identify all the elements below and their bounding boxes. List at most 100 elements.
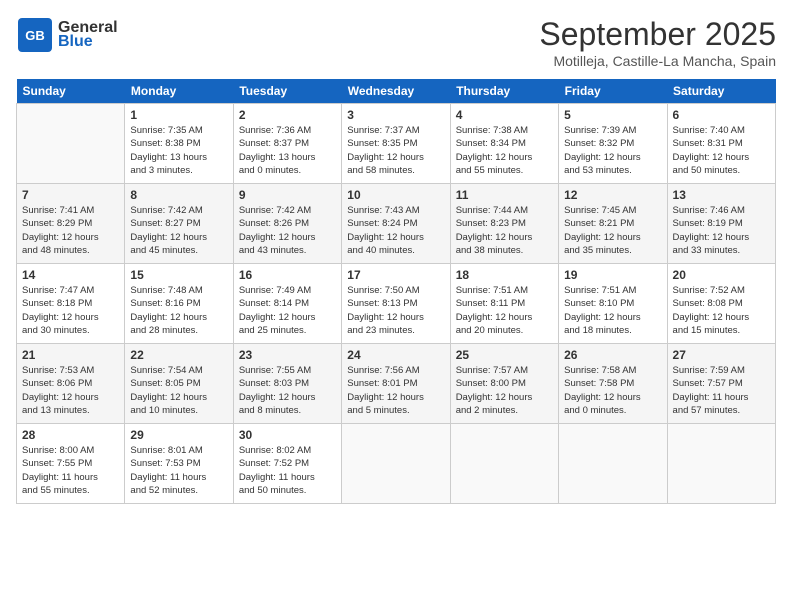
day-number: 5	[564, 108, 661, 122]
calendar-cell: 21 Sunrise: 7:53 AM Sunset: 8:06 PM Dayli…	[17, 344, 125, 424]
logo-icon: GB	[16, 16, 54, 54]
day-number: 15	[130, 268, 227, 282]
calendar-cell	[342, 424, 450, 504]
header-day-friday: Friday	[559, 79, 667, 104]
day-number: 6	[673, 108, 770, 122]
day-number: 24	[347, 348, 444, 362]
day-number: 13	[673, 188, 770, 202]
day-number: 8	[130, 188, 227, 202]
calendar-cell: 18 Sunrise: 7:51 AM Sunset: 8:11 PM Dayli…	[450, 264, 558, 344]
header-day-sunday: Sunday	[17, 79, 125, 104]
day-info: Sunrise: 7:56 AM Sunset: 8:01 PM Dayligh…	[347, 364, 444, 417]
page-header: GB General Blue September 2025 Motilleja…	[16, 16, 776, 69]
calendar-cell: 17Sunrise: 7:50 AM Sunset: 8:13 PM Dayli…	[342, 264, 450, 344]
week-row-2: 7 Sunrise: 7:41 AM Sunset: 8:29 PM Daylig…	[17, 184, 776, 264]
header-day-wednesday: Wednesday	[342, 79, 450, 104]
day-number: 10	[347, 188, 444, 202]
day-info: Sunrise: 7:39 AM Sunset: 8:32 PM Dayligh…	[564, 124, 661, 177]
day-number: 25	[456, 348, 553, 362]
calendar-cell: 30 Sunrise: 8:02 AM Sunset: 7:52 PM Dayli…	[233, 424, 341, 504]
calendar-cell: 24 Sunrise: 7:56 AM Sunset: 8:01 PM Dayli…	[342, 344, 450, 424]
day-number: 7	[22, 188, 119, 202]
calendar-cell: 3 Sunrise: 7:37 AM Sunset: 8:35 PM Daylig…	[342, 104, 450, 184]
svg-text:GB: GB	[25, 28, 45, 43]
week-row-1: 1 Sunrise: 7:35 AM Sunset: 8:38 PM Daylig…	[17, 104, 776, 184]
calendar-cell: 5 Sunrise: 7:39 AM Sunset: 8:32 PM Daylig…	[559, 104, 667, 184]
week-row-5: 28 Sunrise: 8:00 AM Sunset: 7:55 PM Dayli…	[17, 424, 776, 504]
header-day-tuesday: Tuesday	[233, 79, 341, 104]
calendar-cell: 16 Sunrise: 7:49 AM Sunset: 8:14 PM Dayli…	[233, 264, 341, 344]
day-number: 27	[673, 348, 770, 362]
calendar-cell: 28 Sunrise: 8:00 AM Sunset: 7:55 PM Dayli…	[17, 424, 125, 504]
calendar-cell	[450, 424, 558, 504]
day-info: Sunrise: 8:02 AM Sunset: 7:52 PM Dayligh…	[239, 444, 336, 497]
day-info: Sunrise: 7:48 AM Sunset: 8:16 PM Dayligh…	[130, 284, 227, 337]
day-info: Sunrise: 7:52 AM Sunset: 8:08 PM Dayligh…	[673, 284, 770, 337]
day-info: Sunrise: 7:44 AM Sunset: 8:23 PM Dayligh…	[456, 204, 553, 257]
day-number: 28	[22, 428, 119, 442]
calendar-cell: 12Sunrise: 7:45 AM Sunset: 8:21 PM Dayli…	[559, 184, 667, 264]
day-number: 9	[239, 188, 336, 202]
day-info: Sunrise: 7:38 AM Sunset: 8:34 PM Dayligh…	[456, 124, 553, 177]
day-number: 3	[347, 108, 444, 122]
day-info: Sunrise: 7:55 AM Sunset: 8:03 PM Dayligh…	[239, 364, 336, 417]
day-info: Sunrise: 7:41 AM Sunset: 8:29 PM Dayligh…	[22, 204, 119, 257]
day-number: 26	[564, 348, 661, 362]
day-number: 18	[456, 268, 553, 282]
calendar-cell: 8 Sunrise: 7:42 AM Sunset: 8:27 PM Daylig…	[125, 184, 233, 264]
day-number: 22	[130, 348, 227, 362]
day-number: 1	[130, 108, 227, 122]
calendar-cell: 15 Sunrise: 7:48 AM Sunset: 8:16 PM Dayli…	[125, 264, 233, 344]
day-info: Sunrise: 7:46 AM Sunset: 8:19 PM Dayligh…	[673, 204, 770, 257]
day-info: Sunrise: 7:51 AM Sunset: 8:10 PM Dayligh…	[564, 284, 661, 337]
day-info: Sunrise: 7:59 AM Sunset: 7:57 PM Dayligh…	[673, 364, 770, 417]
day-number: 11	[456, 188, 553, 202]
day-number: 20	[673, 268, 770, 282]
day-info: Sunrise: 7:49 AM Sunset: 8:14 PM Dayligh…	[239, 284, 336, 337]
location: Motilleja, Castille-La Mancha, Spain	[539, 53, 776, 69]
calendar-cell: 2Sunrise: 7:36 AM Sunset: 8:37 PM Daylig…	[233, 104, 341, 184]
calendar-cell: 1 Sunrise: 7:35 AM Sunset: 8:38 PM Daylig…	[125, 104, 233, 184]
month-title: September 2025	[539, 16, 776, 53]
day-info: Sunrise: 7:45 AM Sunset: 8:21 PM Dayligh…	[564, 204, 661, 257]
day-number: 23	[239, 348, 336, 362]
day-info: Sunrise: 7:47 AM Sunset: 8:18 PM Dayligh…	[22, 284, 119, 337]
day-number: 21	[22, 348, 119, 362]
calendar-cell	[17, 104, 125, 184]
calendar-cell: 9 Sunrise: 7:42 AM Sunset: 8:26 PM Daylig…	[233, 184, 341, 264]
day-number: 29	[130, 428, 227, 442]
calendar-cell: 6 Sunrise: 7:40 AM Sunset: 8:31 PM Daylig…	[667, 104, 775, 184]
day-info: Sunrise: 7:42 AM Sunset: 8:26 PM Dayligh…	[239, 204, 336, 257]
week-row-4: 21 Sunrise: 7:53 AM Sunset: 8:06 PM Dayli…	[17, 344, 776, 424]
day-info: Sunrise: 7:42 AM Sunset: 8:27 PM Dayligh…	[130, 204, 227, 257]
calendar-cell	[559, 424, 667, 504]
calendar-cell: 14 Sunrise: 7:47 AM Sunset: 8:18 PM Dayli…	[17, 264, 125, 344]
day-info: Sunrise: 7:36 AM Sunset: 8:37 PM Dayligh…	[239, 124, 336, 177]
calendar-cell: 10 Sunrise: 7:43 AM Sunset: 8:24 PM Dayli…	[342, 184, 450, 264]
calendar-cell: 22Sunrise: 7:54 AM Sunset: 8:05 PM Dayli…	[125, 344, 233, 424]
calendar-cell: 23 Sunrise: 7:55 AM Sunset: 8:03 PM Dayli…	[233, 344, 341, 424]
day-info: Sunrise: 7:40 AM Sunset: 8:31 PM Dayligh…	[673, 124, 770, 177]
calendar-cell: 11 Sunrise: 7:44 AM Sunset: 8:23 PM Dayli…	[450, 184, 558, 264]
day-info: Sunrise: 7:57 AM Sunset: 8:00 PM Dayligh…	[456, 364, 553, 417]
day-number: 16	[239, 268, 336, 282]
logo: GB General Blue	[16, 16, 118, 54]
days-header-row: SundayMondayTuesdayWednesdayThursdayFrid…	[17, 79, 776, 104]
day-number: 30	[239, 428, 336, 442]
day-info: Sunrise: 7:53 AM Sunset: 8:06 PM Dayligh…	[22, 364, 119, 417]
calendar-cell: 27 Sunrise: 7:59 AM Sunset: 7:57 PM Dayli…	[667, 344, 775, 424]
header-day-thursday: Thursday	[450, 79, 558, 104]
day-info: Sunrise: 7:58 AM Sunset: 7:58 PM Dayligh…	[564, 364, 661, 417]
day-info: Sunrise: 7:51 AM Sunset: 8:11 PM Dayligh…	[456, 284, 553, 337]
calendar-cell: 29Sunrise: 8:01 AM Sunset: 7:53 PM Dayli…	[125, 424, 233, 504]
day-number: 14	[22, 268, 119, 282]
day-info: Sunrise: 8:00 AM Sunset: 7:55 PM Dayligh…	[22, 444, 119, 497]
header-day-saturday: Saturday	[667, 79, 775, 104]
day-info: Sunrise: 7:37 AM Sunset: 8:35 PM Dayligh…	[347, 124, 444, 177]
day-info: Sunrise: 7:35 AM Sunset: 8:38 PM Dayligh…	[130, 124, 227, 177]
calendar-cell: 19Sunrise: 7:51 AM Sunset: 8:10 PM Dayli…	[559, 264, 667, 344]
calendar-cell: 4Sunrise: 7:38 AM Sunset: 8:34 PM Daylig…	[450, 104, 558, 184]
day-info: Sunrise: 7:50 AM Sunset: 8:13 PM Dayligh…	[347, 284, 444, 337]
title-block: September 2025 Motilleja, Castille-La Ma…	[539, 16, 776, 69]
day-info: Sunrise: 7:43 AM Sunset: 8:24 PM Dayligh…	[347, 204, 444, 257]
